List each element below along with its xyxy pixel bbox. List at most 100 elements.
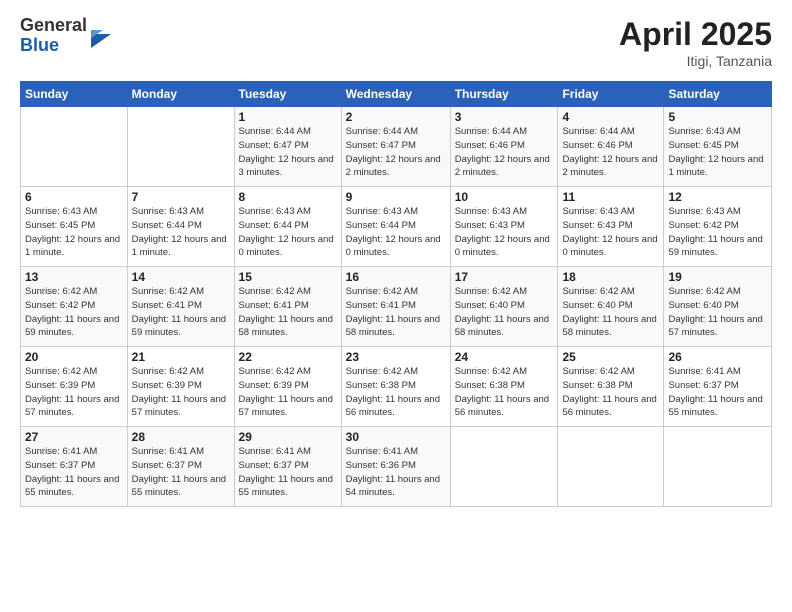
table-row: 13 Sunrise: 6:42 AMSunset: 6:42 PMDaylig… <box>21 267 128 347</box>
day-detail: Sunrise: 6:41 AMSunset: 6:37 PMDaylight:… <box>668 366 762 418</box>
day-number: 4 <box>562 110 659 124</box>
month-title: April 2025 <box>619 16 772 53</box>
day-detail: Sunrise: 6:42 AMSunset: 6:42 PMDaylight:… <box>25 286 119 338</box>
table-row: 7 Sunrise: 6:43 AMSunset: 6:44 PMDayligh… <box>127 187 234 267</box>
day-detail: Sunrise: 6:41 AMSunset: 6:37 PMDaylight:… <box>132 446 226 498</box>
day-detail: Sunrise: 6:42 AMSunset: 6:41 PMDaylight:… <box>132 286 226 338</box>
day-detail: Sunrise: 6:42 AMSunset: 6:38 PMDaylight:… <box>346 366 440 418</box>
day-detail: Sunrise: 6:44 AMSunset: 6:47 PMDaylight:… <box>346 126 441 178</box>
table-row <box>450 427 558 507</box>
day-number: 16 <box>346 270 446 284</box>
day-number: 22 <box>239 350 337 364</box>
day-detail: Sunrise: 6:42 AMSunset: 6:38 PMDaylight:… <box>562 366 656 418</box>
week-row-5: 27 Sunrise: 6:41 AMSunset: 6:37 PMDaylig… <box>21 427 772 507</box>
day-number: 21 <box>132 350 230 364</box>
day-number: 3 <box>455 110 554 124</box>
table-row: 24 Sunrise: 6:42 AMSunset: 6:38 PMDaylig… <box>450 347 558 427</box>
day-detail: Sunrise: 6:43 AMSunset: 6:45 PMDaylight:… <box>25 206 120 258</box>
header-wednesday: Wednesday <box>341 82 450 107</box>
week-row-2: 6 Sunrise: 6:43 AMSunset: 6:45 PMDayligh… <box>21 187 772 267</box>
day-detail: Sunrise: 6:42 AMSunset: 6:41 PMDaylight:… <box>346 286 440 338</box>
day-detail: Sunrise: 6:42 AMSunset: 6:39 PMDaylight:… <box>239 366 333 418</box>
title-section: April 2025 Itigi, Tanzania <box>619 16 772 69</box>
day-detail: Sunrise: 6:43 AMSunset: 6:42 PMDaylight:… <box>668 206 762 258</box>
table-row: 25 Sunrise: 6:42 AMSunset: 6:38 PMDaylig… <box>558 347 664 427</box>
table-row <box>664 427 772 507</box>
day-number: 6 <box>25 190 123 204</box>
day-number: 1 <box>239 110 337 124</box>
day-detail: Sunrise: 6:44 AMSunset: 6:47 PMDaylight:… <box>239 126 334 178</box>
table-row: 30 Sunrise: 6:41 AMSunset: 6:36 PMDaylig… <box>341 427 450 507</box>
week-row-3: 13 Sunrise: 6:42 AMSunset: 6:42 PMDaylig… <box>21 267 772 347</box>
day-number: 25 <box>562 350 659 364</box>
day-number: 28 <box>132 430 230 444</box>
day-number: 19 <box>668 270 767 284</box>
day-detail: Sunrise: 6:42 AMSunset: 6:40 PMDaylight:… <box>668 286 762 338</box>
table-row: 21 Sunrise: 6:42 AMSunset: 6:39 PMDaylig… <box>127 347 234 427</box>
table-row <box>21 107 128 187</box>
day-detail: Sunrise: 6:43 AMSunset: 6:43 PMDaylight:… <box>455 206 550 258</box>
day-number: 9 <box>346 190 446 204</box>
table-row: 18 Sunrise: 6:42 AMSunset: 6:40 PMDaylig… <box>558 267 664 347</box>
table-row: 15 Sunrise: 6:42 AMSunset: 6:41 PMDaylig… <box>234 267 341 347</box>
week-row-1: 1 Sunrise: 6:44 AMSunset: 6:47 PMDayligh… <box>21 107 772 187</box>
table-row: 11 Sunrise: 6:43 AMSunset: 6:43 PMDaylig… <box>558 187 664 267</box>
day-detail: Sunrise: 6:41 AMSunset: 6:36 PMDaylight:… <box>346 446 440 498</box>
table-row: 19 Sunrise: 6:42 AMSunset: 6:40 PMDaylig… <box>664 267 772 347</box>
day-detail: Sunrise: 6:42 AMSunset: 6:39 PMDaylight:… <box>25 366 119 418</box>
day-detail: Sunrise: 6:42 AMSunset: 6:38 PMDaylight:… <box>455 366 549 418</box>
day-number: 12 <box>668 190 767 204</box>
header-thursday: Thursday <box>450 82 558 107</box>
day-number: 29 <box>239 430 337 444</box>
day-number: 2 <box>346 110 446 124</box>
day-number: 24 <box>455 350 554 364</box>
table-row <box>558 427 664 507</box>
table-row: 5 Sunrise: 6:43 AMSunset: 6:45 PMDayligh… <box>664 107 772 187</box>
day-number: 17 <box>455 270 554 284</box>
header-saturday: Saturday <box>664 82 772 107</box>
day-detail: Sunrise: 6:43 AMSunset: 6:44 PMDaylight:… <box>132 206 227 258</box>
day-detail: Sunrise: 6:41 AMSunset: 6:37 PMDaylight:… <box>239 446 333 498</box>
table-row: 9 Sunrise: 6:43 AMSunset: 6:44 PMDayligh… <box>341 187 450 267</box>
weekday-header-row: Sunday Monday Tuesday Wednesday Thursday… <box>21 82 772 107</box>
week-row-4: 20 Sunrise: 6:42 AMSunset: 6:39 PMDaylig… <box>21 347 772 427</box>
header-monday: Monday <box>127 82 234 107</box>
table-row: 16 Sunrise: 6:42 AMSunset: 6:41 PMDaylig… <box>341 267 450 347</box>
day-number: 14 <box>132 270 230 284</box>
day-number: 27 <box>25 430 123 444</box>
day-number: 18 <box>562 270 659 284</box>
header-sunday: Sunday <box>21 82 128 107</box>
day-number: 15 <box>239 270 337 284</box>
day-number: 10 <box>455 190 554 204</box>
day-detail: Sunrise: 6:41 AMSunset: 6:37 PMDaylight:… <box>25 446 119 498</box>
day-detail: Sunrise: 6:44 AMSunset: 6:46 PMDaylight:… <box>455 126 550 178</box>
day-detail: Sunrise: 6:43 AMSunset: 6:44 PMDaylight:… <box>239 206 334 258</box>
table-row: 10 Sunrise: 6:43 AMSunset: 6:43 PMDaylig… <box>450 187 558 267</box>
day-detail: Sunrise: 6:43 AMSunset: 6:44 PMDaylight:… <box>346 206 441 258</box>
table-row: 4 Sunrise: 6:44 AMSunset: 6:46 PMDayligh… <box>558 107 664 187</box>
day-number: 13 <box>25 270 123 284</box>
day-detail: Sunrise: 6:42 AMSunset: 6:40 PMDaylight:… <box>562 286 656 338</box>
table-row: 22 Sunrise: 6:42 AMSunset: 6:39 PMDaylig… <box>234 347 341 427</box>
day-number: 5 <box>668 110 767 124</box>
table-row: 29 Sunrise: 6:41 AMSunset: 6:37 PMDaylig… <box>234 427 341 507</box>
table-row: 12 Sunrise: 6:43 AMSunset: 6:42 PMDaylig… <box>664 187 772 267</box>
table-row: 28 Sunrise: 6:41 AMSunset: 6:37 PMDaylig… <box>127 427 234 507</box>
table-row: 8 Sunrise: 6:43 AMSunset: 6:44 PMDayligh… <box>234 187 341 267</box>
table-row: 17 Sunrise: 6:42 AMSunset: 6:40 PMDaylig… <box>450 267 558 347</box>
day-detail: Sunrise: 6:43 AMSunset: 6:45 PMDaylight:… <box>668 126 763 178</box>
logo-blue: Blue <box>20 36 87 56</box>
calendar: Sunday Monday Tuesday Wednesday Thursday… <box>20 81 772 507</box>
day-number: 8 <box>239 190 337 204</box>
header-tuesday: Tuesday <box>234 82 341 107</box>
table-row: 1 Sunrise: 6:44 AMSunset: 6:47 PMDayligh… <box>234 107 341 187</box>
table-row <box>127 107 234 187</box>
day-number: 7 <box>132 190 230 204</box>
logo: General Blue <box>20 16 111 56</box>
table-row: 20 Sunrise: 6:42 AMSunset: 6:39 PMDaylig… <box>21 347 128 427</box>
logo-icon <box>89 20 111 48</box>
header-friday: Friday <box>558 82 664 107</box>
page: General Blue April 2025 Itigi, Tanzania … <box>0 0 792 612</box>
table-row: 14 Sunrise: 6:42 AMSunset: 6:41 PMDaylig… <box>127 267 234 347</box>
location: Itigi, Tanzania <box>619 53 772 69</box>
